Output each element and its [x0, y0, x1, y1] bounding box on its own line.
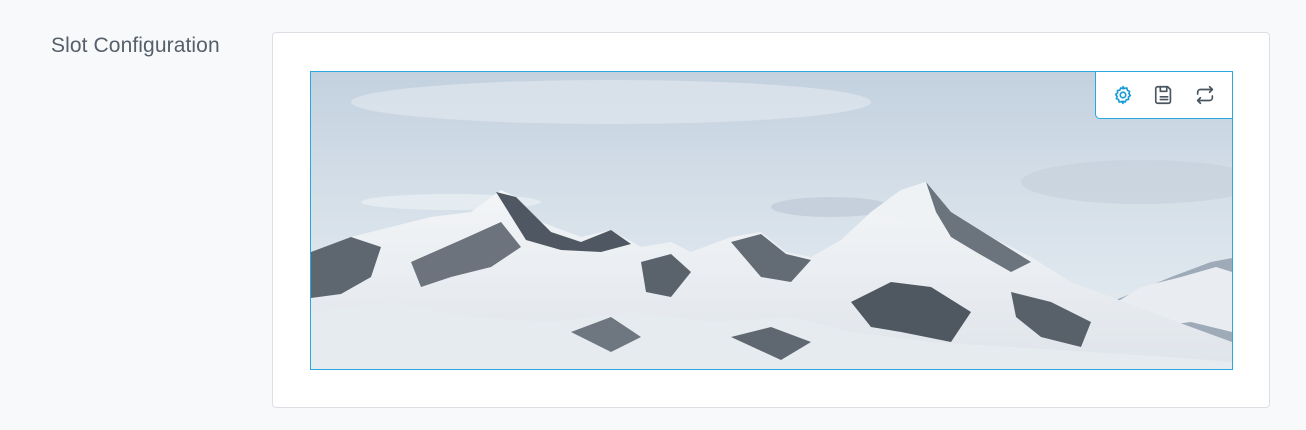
- save-button[interactable]: [1148, 79, 1180, 111]
- settings-button[interactable]: [1107, 79, 1139, 111]
- gear-icon: [1114, 85, 1131, 105]
- page: Slot Configuration: [0, 0, 1306, 430]
- section-label: Slot Configuration: [51, 34, 220, 57]
- mountain-image: [311, 72, 1232, 369]
- swap-icon: [1197, 85, 1214, 105]
- save-icon: [1154, 85, 1172, 105]
- slot-image-frame[interactable]: [310, 71, 1233, 370]
- swap-button[interactable]: [1189, 79, 1221, 111]
- slot-toolbar: [1095, 72, 1232, 119]
